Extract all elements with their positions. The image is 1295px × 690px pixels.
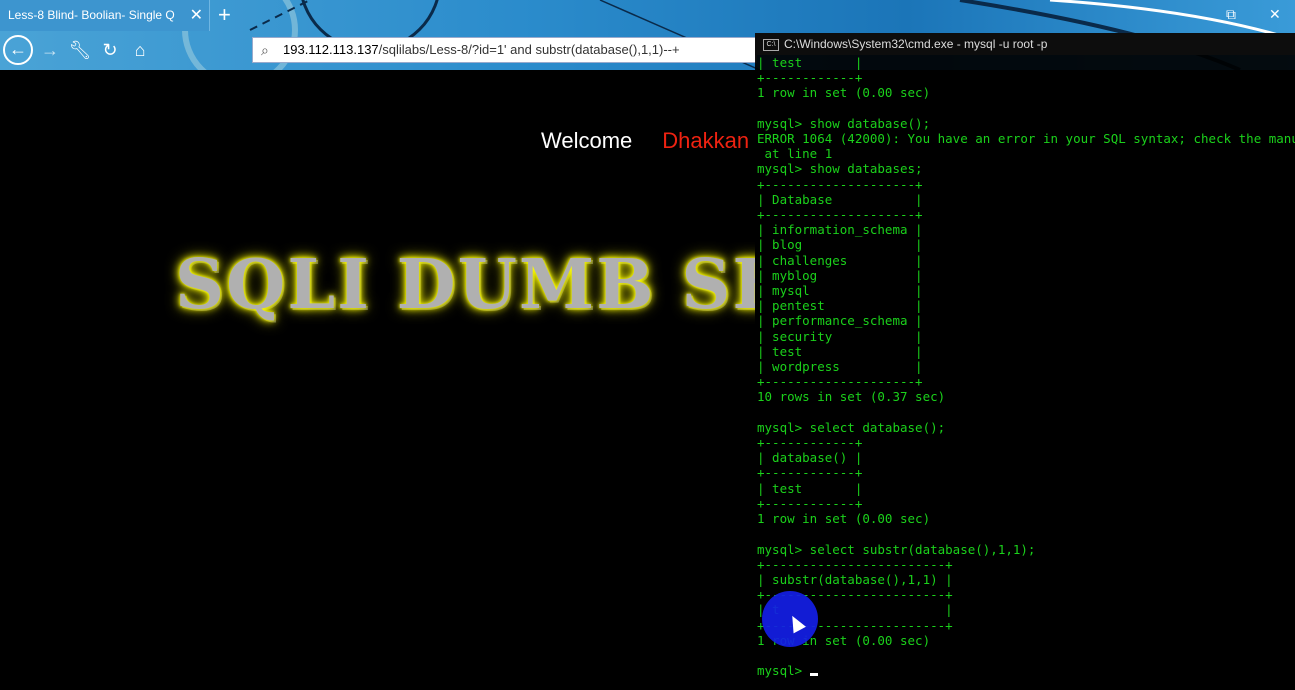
forward-arrow-icon[interactable]: → (35, 36, 65, 64)
welcome-name: Dhakkan (662, 128, 750, 153)
terminal-cursor (809, 673, 818, 677)
cmd-icon: C:\ (763, 38, 779, 51)
address-bar[interactable]: ⌕ 193.112.113.137/sqlilabs/Less-8/?id=1'… (252, 37, 757, 63)
web-page: Welcome Dhakkan SQLI DUMB SERIES-8 (0, 70, 755, 690)
welcome-message: Welcome Dhakkan (541, 128, 749, 154)
restore-button[interactable]: ⧉ (1226, 6, 1236, 23)
wrench-icon[interactable]: 🔧︎ (65, 36, 95, 64)
search-icon: ⌕ (261, 42, 269, 58)
welcome-label: Welcome (541, 128, 633, 153)
tab-less-8[interactable]: Less-8 Blind- Boolian- Single Q ✕ (0, 0, 210, 31)
url-path: /sqlilabs/Less-8/?id=1' and substr(datab… (378, 42, 680, 57)
tab-title: Less-8 Blind- Boolian- Single Q (8, 8, 175, 22)
reload-icon[interactable]: ↻ (95, 36, 125, 64)
terminal-output[interactable]: | test | +------------+ 1 row in set (0.… (755, 55, 1295, 678)
minimize-button[interactable]: – (1186, 6, 1194, 22)
tab-close-icon[interactable]: ✕ (190, 0, 203, 31)
back-arrow-icon[interactable]: ← (3, 35, 33, 65)
new-tab-button[interactable]: + (218, 2, 231, 28)
cmd-titlebar[interactable]: C:\ C:\Windows\System32\cmd.exe - mysql -… (755, 33, 1295, 55)
home-icon[interactable]: ⌂ (125, 36, 155, 64)
terminal-text: | test | +------------+ 1 row in set (0.… (757, 55, 1295, 679)
url-host: 193.112.113.137 (283, 42, 379, 57)
sqli-banner: SQLI DUMB SERIES-8 (175, 245, 755, 325)
close-window-button[interactable]: ✕ (1269, 6, 1281, 23)
cmd-window[interactable]: C:\ C:\Windows\System32\cmd.exe - mysql -… (755, 33, 1295, 690)
cmd-title: C:\Windows\System32\cmd.exe - mysql -u r… (784, 37, 1048, 51)
